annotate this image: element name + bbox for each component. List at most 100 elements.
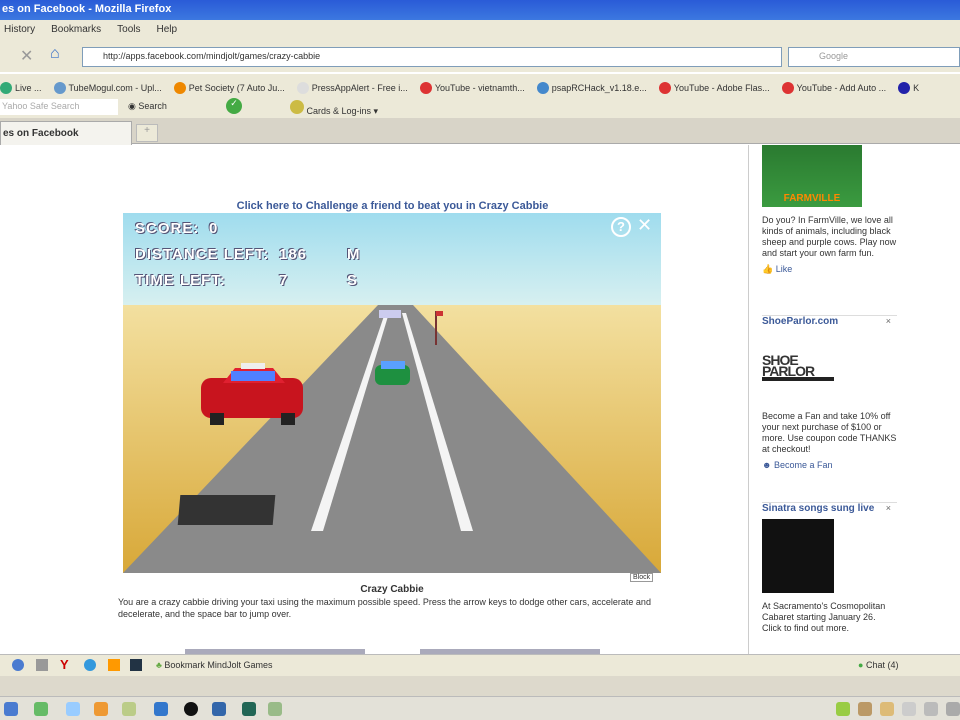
tray-icon[interactable] [836, 702, 850, 716]
yahoo-icon[interactable]: Y [60, 657, 69, 672]
ad-farmville: FARMVILLE Do you? In FarmVille, we love … [762, 145, 897, 275]
ad-title[interactable]: ShoeParlor.com [762, 316, 838, 327]
thumbs-up-icon: 👍 [762, 264, 774, 274]
game-canvas[interactable]: SCORE: 0 DISTANCE LEFT: 186 M TIME LEFT:… [123, 213, 661, 573]
sinatra-image[interactable] [762, 519, 834, 593]
score-label: SCORE: [135, 220, 200, 237]
bookmark[interactable]: YouTube - vietnamth... [419, 79, 525, 96]
taskbar-icon[interactable] [122, 702, 136, 716]
window-title-bar: es on Facebook - Mozilla Firefox [0, 0, 960, 20]
search-input[interactable]: Google [788, 47, 960, 67]
stop-icon[interactable]: ✕ [20, 46, 33, 66]
search-icon: ◉ [128, 101, 139, 111]
close-icon[interactable]: × [886, 503, 891, 514]
app-icon[interactable] [12, 659, 24, 671]
shoe-parlor-logo[interactable]: SHOE PARLOR [762, 353, 834, 381]
favicon-icon [173, 81, 186, 94]
taskbar-icon[interactable] [212, 702, 226, 716]
ad-text: Do you? In FarmVille, we love all kinds … [762, 215, 897, 258]
addon-toolbar: Yahoo Safe Search ◉ Search ✓ Cards & Log… [0, 96, 960, 118]
game-description: You are a crazy cabbie driving your taxi… [118, 597, 651, 619]
menu-help[interactable]: Help [157, 24, 178, 36]
menu-history[interactable]: History [4, 24, 35, 36]
pothole [177, 495, 276, 525]
taskbar [0, 696, 960, 720]
like-link[interactable]: 👍 Like [762, 264, 897, 275]
help-button[interactable]: ? [611, 217, 631, 237]
browser-status-bar [0, 676, 960, 696]
youtube-icon [419, 81, 432, 94]
flag [436, 311, 443, 316]
ad-text: At Sacramento's Cosmopolitan Cabaret sta… [762, 601, 886, 633]
fan-icon: ☻ [762, 460, 772, 470]
taskbar-icon[interactable] [66, 702, 80, 716]
chat-button[interactable]: ● Chat (4) [858, 660, 898, 670]
favicon-icon [53, 81, 66, 94]
app-icon[interactable] [108, 659, 120, 671]
mute-icon[interactable]: ✕ [637, 215, 652, 236]
time-unit: S [347, 272, 359, 289]
bookmark[interactable]: YouTube - Adobe Flas... [658, 79, 770, 96]
favicon-icon [0, 81, 12, 94]
bookmark[interactable]: psapRCHack_v1.18.e... [536, 79, 647, 96]
score-value: 0 [209, 220, 219, 237]
tray-icon[interactable] [902, 702, 916, 716]
bookmark[interactable]: TubeMogul.com - Upl... [53, 79, 162, 96]
ad-title[interactable]: Sinatra songs sung live [762, 503, 874, 514]
menu-bookmarks[interactable]: Bookmarks [51, 24, 101, 36]
taskbar-icon[interactable] [242, 702, 256, 716]
taskbar-icon[interactable] [184, 702, 198, 716]
safe-search-input[interactable]: Yahoo Safe Search [0, 99, 118, 115]
favicon-icon [898, 81, 911, 94]
tray-icon[interactable] [946, 702, 960, 716]
taskbar-icon[interactable] [94, 702, 108, 716]
favicon-icon [296, 81, 309, 94]
menu-bar: History Bookmarks Tools Help [0, 20, 960, 40]
app-icon[interactable] [130, 659, 142, 671]
youtube-icon [658, 81, 671, 94]
bookmark-mindjolt-link[interactable]: ♣ Bookmark MindJolt Games [156, 660, 272, 670]
app-icon[interactable] [84, 659, 96, 671]
block-button[interactable]: Block [630, 573, 654, 582]
search-button[interactable]: ◉ Search [128, 101, 167, 112]
bookmark[interactable]: Pet Society (7 Auto Ju... [173, 79, 285, 96]
taskbar-icon[interactable] [154, 702, 168, 716]
become-fan-link[interactable]: ☻ Become a Fan [762, 460, 897, 471]
tray-icon[interactable] [924, 702, 938, 716]
time-label: TIME LEFT: [135, 272, 226, 289]
distant-cars [379, 310, 401, 318]
sidebar-divider [748, 145, 749, 655]
tray-icon[interactable] [880, 702, 894, 716]
bookmark[interactable]: K [898, 79, 919, 96]
url-bar[interactable]: http://apps.facebook.com/mindjolt/games/… [82, 47, 782, 67]
close-icon[interactable]: × [886, 316, 891, 327]
farmville-logo[interactable]: FARMVILLE [762, 145, 862, 207]
game-title: Crazy Cabbie [360, 584, 424, 595]
favicon-icon [536, 81, 549, 94]
new-tab-button[interactable]: + [136, 124, 158, 142]
distance-unit: M [347, 246, 361, 263]
ad-sinatra: Sinatra songs sung live × At Sacramento's… [762, 502, 897, 634]
bookmark[interactable]: PressAppAlert - Free i... [296, 79, 408, 96]
distance-label: DISTANCE LEFT: [135, 246, 270, 263]
distance-value: 186 [279, 246, 308, 263]
app-icon[interactable] [36, 659, 48, 671]
home-icon[interactable]: ⌂ [50, 45, 60, 63]
cards-logins-button[interactable]: Cards & Log-ins ▾ [290, 100, 378, 117]
bookmarks-toolbar: Live ... TubeMogul.com - Upl... Pet Soci… [0, 74, 960, 96]
window-title: es on Facebook - Mozilla Firefox [2, 3, 172, 15]
tab-facebook[interactable]: es on Facebook [0, 121, 132, 145]
youtube-icon [781, 81, 794, 94]
taskbar-icon[interactable] [268, 702, 282, 716]
menu-tools[interactable]: Tools [117, 24, 140, 36]
bookmark[interactable]: YouTube - Add Auto ... [781, 79, 886, 96]
check-icon[interactable]: ✓ [226, 98, 242, 114]
bookmark[interactable]: Live ... [0, 79, 42, 96]
challenge-link[interactable]: Click here to Challenge a friend to beat… [0, 200, 785, 212]
tray-icon[interactable] [858, 702, 872, 716]
cards-icon [290, 100, 304, 114]
bookmark-icon: ♣ [156, 660, 162, 670]
taskbar-icon[interactable] [4, 702, 18, 716]
taskbar-icon[interactable] [34, 702, 48, 716]
ad-shoeparlor: ShoeParlor.com × SHOE PARLOR Become a Fan… [762, 315, 897, 471]
